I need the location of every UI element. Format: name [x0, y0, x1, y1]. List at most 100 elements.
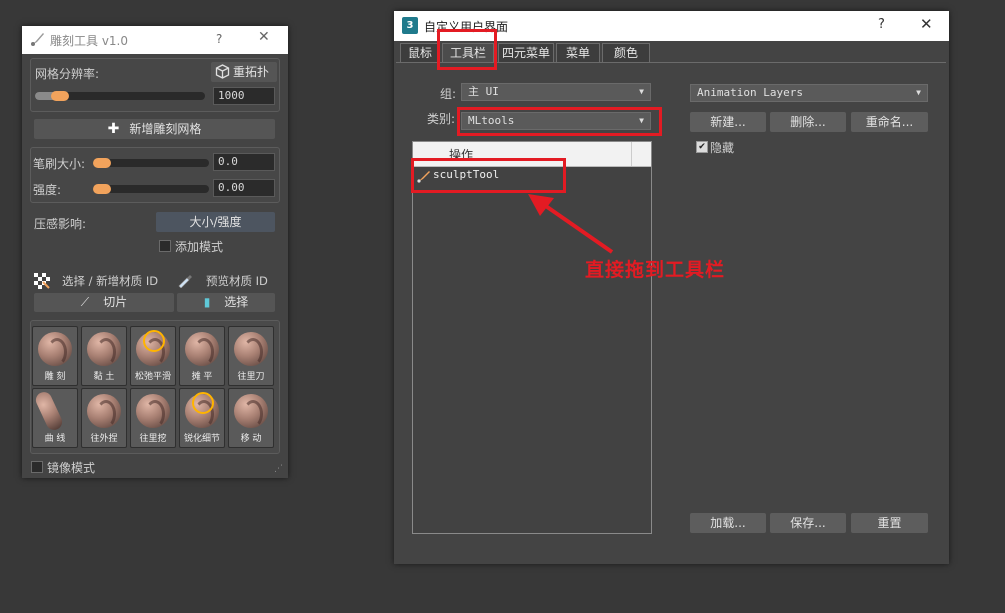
sculpt-tool-button[interactable]: 雕 刻	[32, 326, 78, 386]
tab-colors[interactable]: 颜色	[602, 43, 650, 62]
sculpt-tool-button[interactable]: 往里挖	[130, 388, 176, 448]
mesh-resolution-group: 网格分辨率: 重拓扑 1000	[30, 58, 280, 112]
swirl-icon	[145, 400, 165, 428]
sculpt-tool-label: 锐化细节	[183, 434, 220, 444]
brush-size-knob[interactable]	[93, 158, 111, 168]
sculpt-tool-label: 摊 平	[191, 372, 213, 382]
app-icon: 3	[402, 17, 418, 34]
close-icon[interactable]: ✕	[920, 15, 933, 33]
brush-size-slider[interactable]	[93, 158, 209, 168]
save-button[interactable]: 保存...	[770, 513, 846, 533]
header-divider	[631, 142, 632, 166]
swirl-icon	[194, 338, 214, 366]
brush-size-label: 笔刷大小:	[33, 157, 86, 171]
sculpt-tool-label: 黏 土	[93, 372, 115, 382]
cube-icon	[215, 64, 230, 85]
sculpt-tool-label: 曲 线	[44, 434, 66, 444]
tab-mouse[interactable]: 鼠标	[400, 43, 440, 62]
sculpt-tool-icon	[87, 332, 121, 366]
strength-slider[interactable]	[93, 184, 209, 194]
strength-knob[interactable]	[93, 184, 111, 194]
select-add-material-label[interactable]: 选择 / 新增材质 ID	[62, 273, 158, 289]
sculpt-tool-button[interactable]: 松弛平滑	[130, 326, 176, 386]
sculpt-tool-icon	[234, 332, 268, 366]
sculpt-tool-button[interactable]: 往里刀	[228, 326, 274, 386]
spray-icon: ▮	[203, 295, 211, 309]
group-dropdown[interactable]: 主 UI ▼	[461, 83, 651, 101]
sculpt-tool-button[interactable]: 摊 平	[179, 326, 225, 386]
load-button[interactable]: 加载...	[690, 513, 766, 533]
help-button[interactable]: ?	[216, 32, 222, 46]
annotation-text: 直接拖到工具栏	[585, 259, 726, 281]
add-sculpt-mesh-button[interactable]: ✚ 新增雕刻网格	[34, 119, 275, 139]
sculpt-panel-title: 雕刻工具 v1.0	[50, 34, 129, 48]
sculpt-tool-button[interactable]: 曲 线	[32, 388, 78, 448]
retopo-label: 重拓扑	[233, 65, 270, 79]
brush-ring-icon	[143, 330, 165, 352]
sculpt-tool-icon	[234, 394, 268, 428]
highlight-toolbar-tab	[437, 29, 497, 70]
swirl-icon	[243, 338, 263, 366]
sculpt-tool-icon	[33, 389, 65, 433]
sculpt-tool-label: 雕 刻	[44, 372, 66, 382]
knife-icon: ⟋	[80, 295, 90, 309]
brush-size-input[interactable]: 0.0	[213, 153, 275, 171]
mirror-mode-label: 镜像模式	[47, 461, 96, 475]
hide-checkbox[interactable]: ✔	[696, 141, 708, 153]
checker-material-icon	[34, 273, 50, 292]
new-button[interactable]: 新建...	[690, 112, 766, 132]
delete-button[interactable]: 删除...	[770, 112, 846, 132]
mirror-mode-checkbox[interactable]	[31, 461, 43, 473]
reset-button[interactable]: 重置	[851, 513, 928, 533]
resize-grip-icon[interactable]: ⋰	[274, 464, 283, 474]
sculpt-tool-icon	[136, 394, 170, 428]
sculpt-tool-button[interactable]: 往外捏	[81, 388, 127, 448]
sculpt-tool-label: 往里挖	[139, 434, 167, 444]
customize-ui-dialog: 3 自定义用户界面 ? ✕ 鼠标 工具栏 四元菜单 菜单 颜色 组: 主 UI ▼…	[394, 11, 949, 564]
sculpt-tool-button[interactable]: 移 动	[228, 388, 274, 448]
sculpt-tool-icon	[38, 332, 72, 366]
tab-menus[interactable]: 菜单	[556, 43, 600, 62]
app-icon-text: 3	[406, 20, 414, 31]
chevron-down-icon: ▼	[639, 87, 644, 96]
eyedropper-icon	[177, 272, 193, 291]
brush-settings-group: 笔刷大小: 0.0 强度: 0.00	[30, 147, 280, 203]
sculpt-tool-label: 往外捏	[90, 434, 118, 444]
hide-label: 隐藏	[710, 141, 735, 155]
highlight-category-dropdown	[457, 107, 662, 136]
sculpt-tool-icon	[185, 332, 219, 366]
toolbar-dropdown[interactable]: Animation Layers ▼	[690, 84, 928, 102]
pressure-mode-button[interactable]: 大小/强度	[156, 212, 275, 232]
mesh-resolution-input[interactable]: 1000	[213, 87, 275, 105]
sculpt-tool-button[interactable]: 黏 土	[81, 326, 127, 386]
sculpt-panel-titlebar[interactable]: 雕刻工具 v1.0 ? ✕	[22, 26, 288, 54]
sculpt-tool-button[interactable]: 锐化细节	[179, 388, 225, 448]
sculpt-tool-label: 往里刀	[237, 372, 265, 382]
strength-input[interactable]: 0.00	[213, 179, 275, 197]
close-icon[interactable]: ✕	[258, 29, 270, 45]
swirl-icon	[96, 400, 116, 428]
plus-icon: ✚	[107, 121, 120, 137]
chevron-down-icon: ▼	[916, 88, 921, 97]
mesh-resolution-slider[interactable]	[35, 91, 205, 101]
additive-mode-checkbox[interactable]	[159, 240, 171, 252]
add-sculpt-mesh-label: 新增雕刻网格	[129, 122, 202, 136]
help-button[interactable]: ?	[878, 17, 885, 32]
additive-mode-label: 添加模式	[175, 240, 224, 254]
retopo-button[interactable]: 重拓扑	[211, 62, 277, 82]
rename-button[interactable]: 重命名...	[851, 112, 928, 132]
brush-ring-icon	[192, 392, 214, 414]
preview-material-label[interactable]: 预览材质 ID	[206, 273, 268, 289]
mesh-resolution-knob[interactable]	[51, 91, 69, 101]
strength-label: 强度:	[33, 183, 62, 197]
highlight-sculpttool-item	[411, 158, 566, 193]
select-button[interactable]: ▮ 选择	[177, 293, 275, 312]
swirl-icon	[47, 338, 67, 366]
swirl-icon	[96, 338, 116, 366]
slice-button[interactable]: ⟋ 切片	[34, 293, 174, 312]
mesh-resolution-label: 网格分辨率:	[35, 67, 100, 81]
sculpt-tool-label: 松弛平滑	[134, 372, 171, 382]
sculpt-tool-icon	[87, 394, 121, 428]
toolbar-dropdown-value: Animation Layers	[697, 86, 803, 99]
tab-quad-menus[interactable]: 四元菜单	[498, 43, 554, 62]
